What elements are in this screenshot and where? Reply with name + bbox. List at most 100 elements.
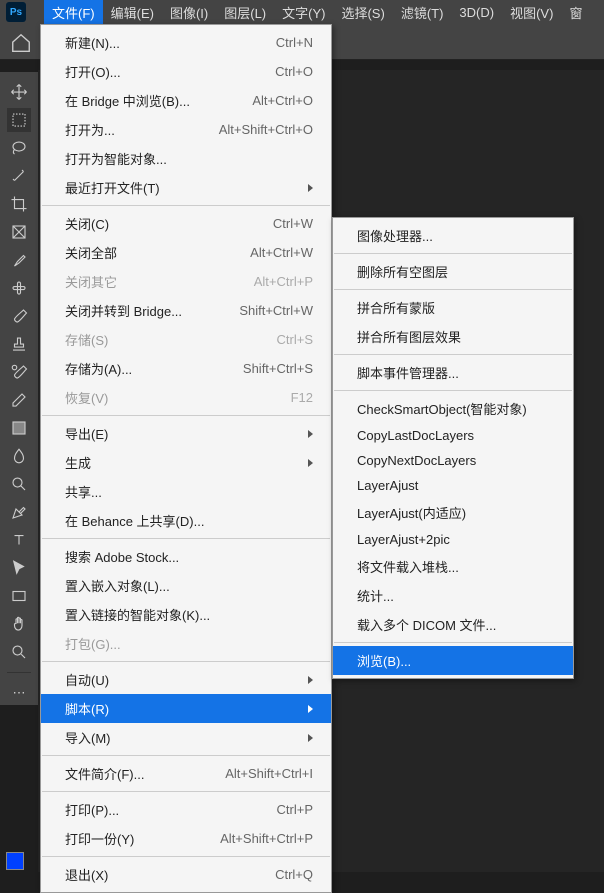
menu-filter[interactable]: 滤镜(T) [393,0,452,26]
menu-item[interactable]: LayerAjust [333,473,573,498]
menu-window[interactable]: 窗 [561,0,590,26]
marquee-tool[interactable] [7,108,31,132]
menu-item[interactable]: 打开为...Alt+Shift+Ctrl+O [41,115,331,144]
menu-layer[interactable]: 图层(L) [216,0,274,26]
edit-toolbar[interactable]: ⋯ [7,681,31,705]
type-tool[interactable] [7,528,31,552]
menu-shortcut: Ctrl+Q [275,867,313,882]
menu-item[interactable]: 脚本事件管理器... [333,358,573,387]
menu-item[interactable]: 关闭(C)Ctrl+W [41,209,331,238]
menu-item-label: 导出(E) [65,424,108,443]
menu-shortcut: Alt+Ctrl+P [254,274,313,289]
eraser-tool[interactable] [7,388,31,412]
menu-item-label: 置入链接的智能对象(K)... [65,605,210,624]
menu-item[interactable]: 拼合所有图层效果 [333,322,573,351]
menu-item-label: 关闭并转到 Bridge... [65,301,182,320]
menu-item-label: CheckSmartObject(智能对象) [357,399,527,418]
magic-wand-tool[interactable] [7,164,31,188]
menu-item-label: CopyNextDocLayers [357,453,476,468]
menu-item[interactable]: 图像处理器... [333,221,573,250]
submenu-arrow-icon [308,430,313,438]
menu-image[interactable]: 图像(I) [162,0,216,26]
menu-item[interactable]: 新建(N)...Ctrl+N [41,28,331,57]
file-menu-dropdown: 新建(N)...Ctrl+N打开(O)...Ctrl+O在 Bridge 中浏览… [40,24,332,893]
move-tool[interactable] [7,80,31,104]
menu-item: 恢复(V)F12 [41,383,331,412]
menu-item[interactable]: 自动(U) [41,665,331,694]
menu-item: 关闭其它Alt+Ctrl+P [41,267,331,296]
eyedropper-tool[interactable] [7,248,31,272]
menu-separator [334,354,572,355]
hand-tool[interactable] [7,612,31,636]
brush-tool[interactable] [7,304,31,328]
menu-item[interactable]: 生成 [41,448,331,477]
menu-item[interactable]: 最近打开文件(T) [41,173,331,202]
divider [7,672,31,673]
menu-item[interactable]: 置入嵌入对象(L)... [41,571,331,600]
menu-separator [334,390,572,391]
menu-item-label: 打开为... [65,120,115,139]
menu-item[interactable]: 打印一份(Y)Alt+Shift+Ctrl+P [41,824,331,853]
menu-item-label: 图像处理器... [357,226,433,245]
menu-edit[interactable]: 编辑(E) [103,0,162,26]
menu-item-label: 自动(U) [65,670,109,689]
menu-item[interactable]: 存储为(A)...Shift+Ctrl+S [41,354,331,383]
blur-tool[interactable] [7,444,31,468]
menu-item-label: 统计... [357,586,394,605]
stamp-tool[interactable] [7,332,31,356]
pen-tool[interactable] [7,500,31,524]
menu-item[interactable]: 打印(P)...Ctrl+P [41,795,331,824]
menu-item[interactable]: 导入(M) [41,723,331,752]
menu-item: 存储(S)Ctrl+S [41,325,331,354]
menu-item[interactable]: LayerAjust+2pic [333,527,573,552]
rectangle-tool[interactable] [7,584,31,608]
zoom-tool[interactable] [7,640,31,664]
dodge-tool[interactable] [7,472,31,496]
menu-item[interactable]: 将文件载入堆栈... [333,552,573,581]
menu-item-label: 删除所有空图层 [357,262,448,281]
crop-tool[interactable] [7,192,31,216]
menu-item[interactable]: CopyNextDocLayers [333,448,573,473]
menu-item[interactable]: LayerAjust(内适应) [333,498,573,527]
scripts-submenu: 图像处理器... 删除所有空图层拼合所有蒙版拼合所有图层效果脚本事件管理器... C… [332,217,574,679]
tools-panel: ⋯ [0,72,38,705]
menu-item-label: 恢复(V) [65,388,108,407]
lasso-tool[interactable] [7,136,31,160]
menu-item-label: 打开(O)... [65,62,121,81]
menu-file[interactable]: 文件(F) [44,0,103,26]
menu-item[interactable]: 关闭并转到 Bridge...Shift+Ctrl+W [41,296,331,325]
menu-item[interactable]: 脚本(R) [41,694,331,723]
menu-item[interactable]: 载入多个 DICOM 文件... [333,610,573,639]
home-icon[interactable] [10,32,32,54]
menu-item[interactable]: 置入链接的智能对象(K)... [41,600,331,629]
gradient-tool[interactable] [7,416,31,440]
menu-item[interactable]: 拼合所有蒙版 [333,293,573,322]
menu-item[interactable]: 搜索 Adobe Stock... [41,542,331,571]
history-brush-tool[interactable] [7,360,31,384]
menu-item[interactable]: CheckSmartObject(智能对象) [333,394,573,423]
foreground-swatch[interactable] [6,852,24,870]
menu-item[interactable]: 共享... [41,477,331,506]
menu-item[interactable]: 打开(O)...Ctrl+O [41,57,331,86]
menu-3d[interactable]: 3D(D) [451,1,502,24]
menu-view[interactable]: 视图(V) [502,0,561,26]
menu-item[interactable]: 打开为智能对象... [41,144,331,173]
menu-item[interactable]: 删除所有空图层 [333,257,573,286]
menu-item[interactable]: 退出(X)Ctrl+Q [41,860,331,889]
frame-tool[interactable] [7,220,31,244]
menu-item[interactable]: 文件简介(F)...Alt+Shift+Ctrl+I [41,759,331,788]
menu-item[interactable]: CopyLastDocLayers [333,423,573,448]
menu-item[interactable]: 关闭全部Alt+Ctrl+W [41,238,331,267]
menu-text[interactable]: 文字(Y) [274,0,333,26]
menu-item[interactable]: 导出(E) [41,419,331,448]
path-select-tool[interactable] [7,556,31,580]
menu-item[interactable]: 在 Bridge 中浏览(B)...Alt+Ctrl+O [41,86,331,115]
menu-separator [334,253,572,254]
spot-heal-tool[interactable] [7,276,31,300]
menu-item[interactable]: 在 Behance 上共享(D)... [41,506,331,535]
menu-select[interactable]: 选择(S) [333,0,392,26]
menu-item[interactable]: 浏览(B)... [333,646,573,675]
menu-shortcut: Alt+Shift+Ctrl+I [225,766,313,781]
menu-item[interactable]: 统计... [333,581,573,610]
menu-item-label: 最近打开文件(T) [65,178,160,197]
